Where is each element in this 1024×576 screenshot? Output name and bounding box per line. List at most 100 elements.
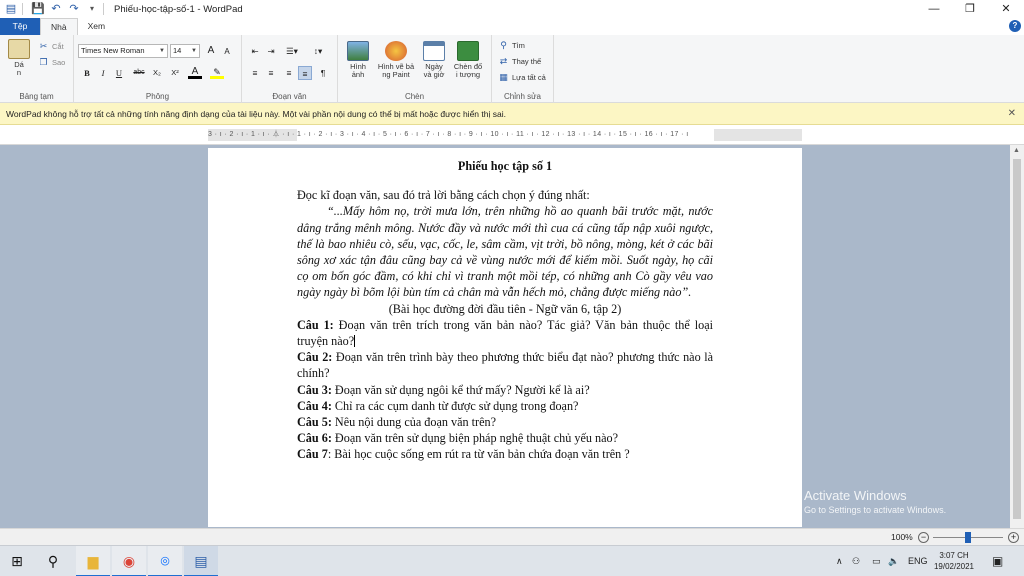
insert-object-button[interactable]: Chèn đố i tượng	[450, 41, 486, 79]
zoom-out-button[interactable]: −	[918, 532, 929, 543]
clock-time: 3:07 CH	[939, 551, 969, 560]
text-cursor	[354, 335, 356, 348]
align-center-icon[interactable]: ≡	[264, 66, 278, 80]
copy-label: Sao	[52, 57, 66, 67]
question-6: Câu 6: Đoạn văn trên sử dụng biện pháp n…	[297, 430, 713, 446]
document-area: Phiếu học tập số 1 Đọc kĩ đoạn văn, sau …	[0, 145, 1010, 528]
decrease-indent-icon[interactable]: ⇤	[248, 44, 262, 58]
info-bar-close-icon[interactable]: ✕	[1008, 103, 1016, 125]
paint-palette-icon	[385, 41, 407, 61]
info-bar: WordPad không hỗ trợ tất cả những tính n…	[0, 103, 1024, 125]
align-right-icon[interactable]: ≡	[282, 66, 296, 80]
font-color-button[interactable]: A	[188, 65, 202, 79]
wordpad-icon[interactable]: ▤	[184, 546, 218, 576]
italic-button[interactable]: I	[96, 66, 110, 80]
watermark-subtitle: Go to Settings to activate Windows.	[804, 505, 947, 515]
taskbar: ⊞ ⚲ ▆ ◉ ◎ ▤ ∧ ⚇ ▭ 🔈 ENG 3:07 CH 19/02/20…	[0, 545, 1024, 576]
highlight-icon[interactable]: ✎	[210, 65, 224, 79]
customize-icon[interactable]: ▾	[85, 2, 99, 16]
document-page[interactable]: Phiếu học tập số 1 Đọc kĩ đoạn văn, sau …	[208, 148, 802, 527]
font-size-value: 14	[173, 46, 182, 55]
calendar-icon	[423, 41, 445, 61]
tab-home[interactable]: Nhà	[40, 18, 78, 35]
windows-start-icon[interactable]: ⊞	[0, 546, 34, 576]
tab-view[interactable]: Xem	[78, 18, 115, 35]
ruler[interactable]: 3 · ı · 2 · ı · 1 · ı · ⏃ · ı · 1 · ı · …	[208, 129, 802, 141]
question-text: Nêu nội dung của đoạn văn trên?	[331, 415, 497, 430]
scroll-up-icon[interactable]: ▲	[1013, 147, 1020, 154]
ribbon: Dá n ✂ Cắt ❐ Sao Bảng tạm Times New Roma…	[0, 35, 1024, 103]
zalo-icon[interactable]: ◎	[148, 546, 182, 576]
editing-group: ⚲ Tìm ⇄ Thay thế ▦ Lựa tất cả Chỉnh sửa	[492, 35, 554, 103]
cut-button[interactable]: ✂ Cắt	[38, 41, 64, 51]
insert-picture-button[interactable]: Hình ảnh	[344, 41, 372, 79]
superscript-button[interactable]: X²	[168, 66, 182, 80]
clipboard-group-label: Bảng tạm	[19, 92, 54, 101]
replace-label: Thay thế	[512, 56, 542, 66]
paint-drawing-button[interactable]: Hình vẽ bả ng Paint	[374, 41, 418, 79]
binoculars-icon: ⚲	[500, 40, 507, 50]
network-icon[interactable]: ▭	[872, 546, 881, 576]
question-label: Câu 1:	[297, 317, 334, 332]
zoom-slider-thumb[interactable]	[965, 532, 971, 543]
clock[interactable]: 3:07 CH 19/02/2021	[932, 550, 976, 572]
language-indicator[interactable]: ENG	[908, 546, 928, 576]
people-icon[interactable]: ⚇	[852, 546, 860, 576]
search-icon[interactable]: ⚲	[36, 546, 70, 576]
help-icon[interactable]: ?	[1009, 20, 1021, 32]
justify-icon[interactable]: ≡	[298, 66, 312, 80]
zoom-level: 100%	[891, 532, 913, 542]
shrink-font-button[interactable]: A	[220, 45, 234, 59]
underline-button[interactable]: U	[112, 66, 126, 80]
wordpad-app-icon[interactable]: ▤	[4, 2, 18, 16]
tray-chevron-up-icon[interactable]: ∧	[836, 546, 843, 576]
tab-file[interactable]: Tệp	[0, 18, 40, 35]
font-size-select[interactable]: 14 ▼	[170, 44, 200, 58]
strikethrough-button[interactable]: abc	[130, 66, 148, 80]
paste-button[interactable]: Dá n	[6, 39, 32, 77]
window-title: Phiếu-học-tập-số-1 - WordPad	[114, 3, 243, 15]
document-content[interactable]: Phiếu học tập số 1 Đọc kĩ đoạn văn, sau …	[297, 158, 713, 463]
grow-font-button[interactable]: A	[204, 44, 218, 58]
volume-icon[interactable]: 🔈	[888, 546, 899, 576]
select-all-label: Lựa tất cả	[512, 72, 546, 82]
copy-icon: ❐	[39, 57, 48, 67]
select-all-button[interactable]: ▦ Lựa tất cả	[498, 72, 546, 82]
bullets-icon[interactable]: ☰▾	[282, 44, 302, 58]
insert-object-label: Chèn đố i tượng	[453, 62, 483, 79]
question-text: Đoạn văn sử dụng ngôi kể thứ mấy? Người …	[331, 382, 590, 397]
save-icon[interactable]: 💾	[31, 2, 45, 16]
question-label: Câu 6:	[297, 431, 332, 446]
scrollbar-thumb[interactable]	[1013, 159, 1021, 519]
notification-icon[interactable]: ▣	[992, 546, 1003, 576]
font-family-select[interactable]: Times New Roman ▼	[78, 44, 168, 58]
subscript-button[interactable]: X₂	[150, 66, 164, 80]
insert-group: Hình ảnh Hình vẽ bả ng Paint Ngày và giờ…	[338, 35, 492, 103]
paste-icon	[8, 39, 30, 59]
undo-icon[interactable]: ↶	[49, 2, 63, 16]
replace-button[interactable]: ⇄ Thay thế	[498, 56, 541, 66]
copy-button[interactable]: ❐ Sao	[38, 57, 65, 67]
status-bar: 100% − +	[0, 528, 1024, 545]
title-bar: ▤ 💾 ↶ ↷ ▾ Phiếu-học-tập-số-1 - WordPad —…	[0, 0, 1024, 18]
bold-button[interactable]: B	[80, 66, 94, 80]
date-time-button[interactable]: Ngày và giờ	[420, 41, 448, 79]
find-button[interactable]: ⚲ Tìm	[498, 40, 525, 50]
redo-icon[interactable]: ↷	[67, 2, 81, 16]
line-spacing-icon[interactable]: ↕▾	[308, 44, 328, 58]
font-group: Times New Roman ▼ 14 ▼ A A B I U abc X₂ …	[74, 35, 242, 103]
paragraph-dialog-icon[interactable]: ¶	[316, 66, 330, 80]
close-button[interactable]: ✕	[988, 0, 1024, 18]
zoom-in-button[interactable]: +	[1008, 532, 1019, 543]
scissors-icon: ✂	[39, 41, 48, 51]
question-7: Câu 7: Bài học cuộc sống em rút ra từ vă…	[297, 446, 713, 462]
vertical-scrollbar[interactable]: ▲	[1010, 145, 1024, 528]
maximize-button[interactable]: ❐	[952, 0, 988, 18]
increase-indent-icon[interactable]: ⇥	[264, 44, 278, 58]
align-left-icon[interactable]: ≡	[248, 66, 262, 80]
replace-icon: ⇄	[499, 56, 508, 66]
chrome-icon[interactable]: ◉	[112, 546, 146, 576]
minimize-button[interactable]: —	[916, 0, 952, 18]
separator	[103, 3, 104, 15]
file-explorer-icon[interactable]: ▆	[76, 546, 110, 576]
